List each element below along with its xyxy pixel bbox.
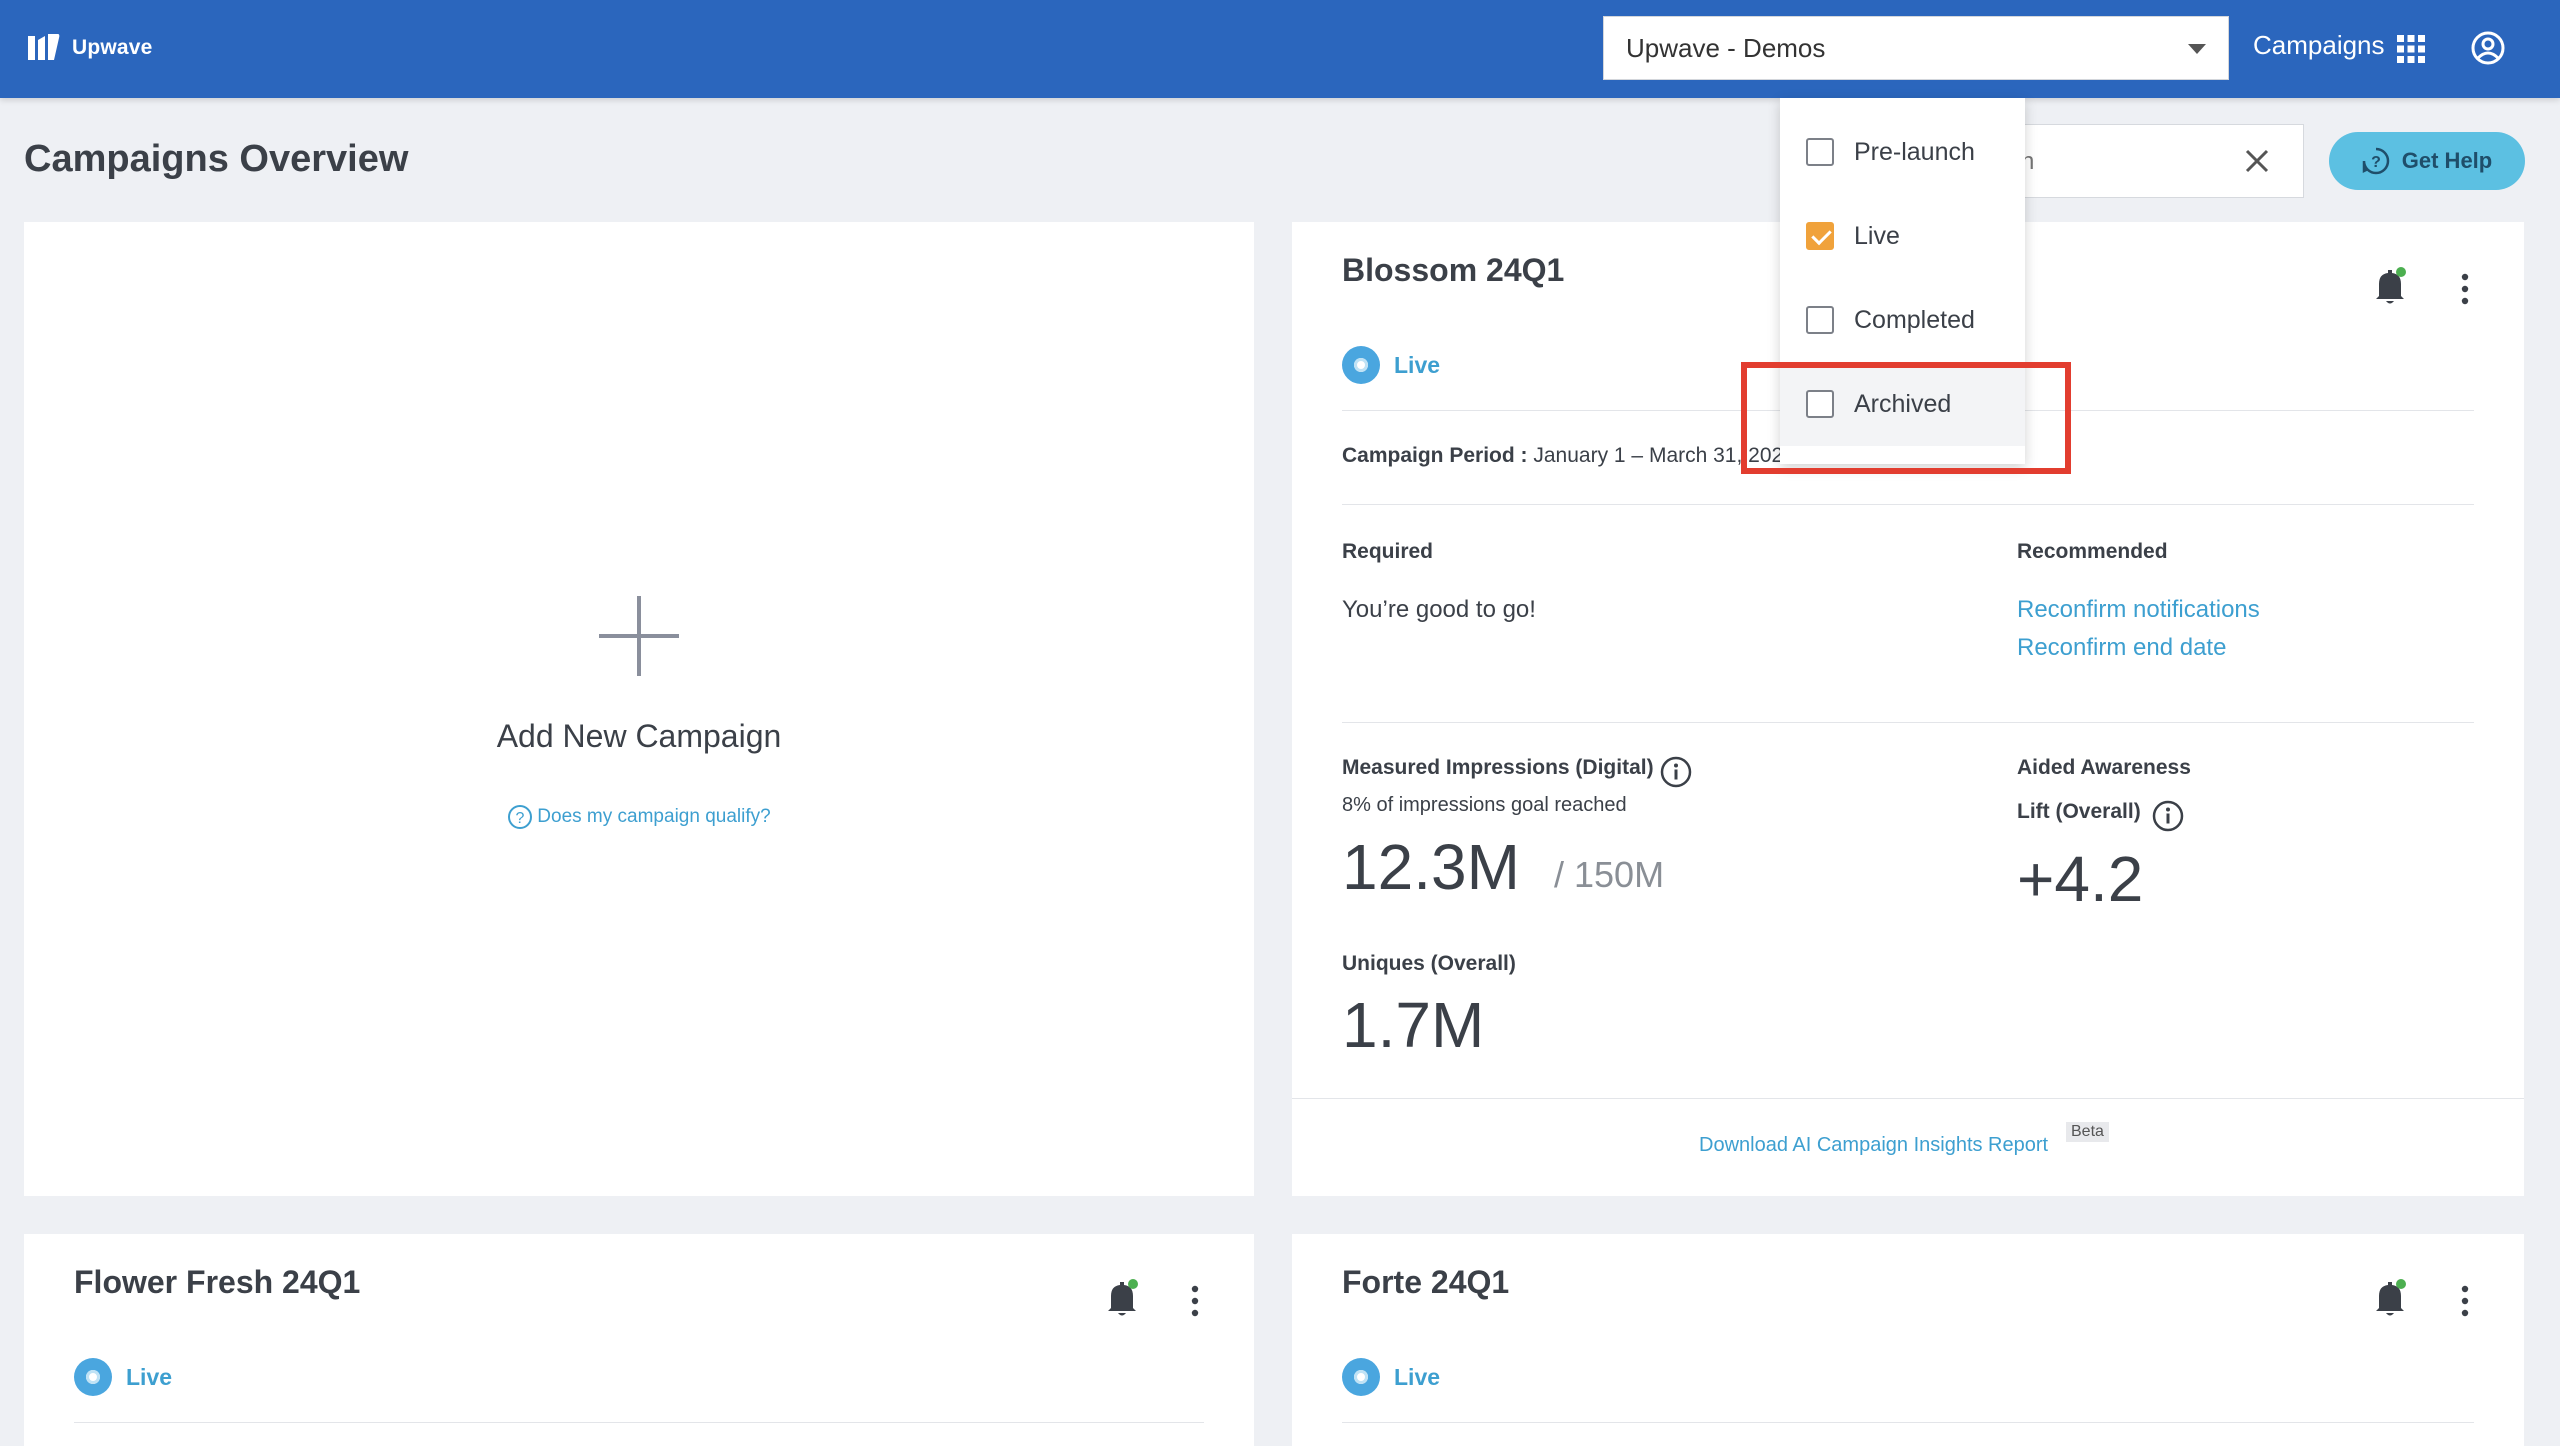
info-icon[interactable] — [2152, 800, 2184, 832]
upwave-logo-icon — [28, 34, 60, 60]
checkbox-live[interactable] — [1806, 222, 1834, 250]
uniques-value: 1.7M — [1342, 989, 1485, 1061]
required-label: Required — [1342, 540, 1434, 563]
campaign-period: Campaign Period : January 1 – March 31, … — [1342, 444, 1795, 468]
reconfirm-notifications-link[interactable]: Reconfirm notifications — [2017, 596, 2260, 624]
divider — [1292, 1098, 2524, 1099]
uniques-label: Uniques (Overall) — [1342, 952, 1516, 975]
status-badge: Live — [1342, 1358, 1440, 1396]
divider — [1342, 1422, 2474, 1423]
awareness-value: +4.2 — [2017, 843, 2144, 915]
bell-icon[interactable] — [1105, 1278, 1139, 1318]
checkbox-archived[interactable] — [1806, 390, 1834, 418]
divider — [74, 1422, 1204, 1423]
more-options-icon[interactable] — [2459, 272, 2471, 306]
impressions-goal: / 150M — [1554, 854, 1665, 895]
status-label: Live — [126, 1363, 173, 1390]
filter-option-archived[interactable]: Archived — [1780, 362, 2025, 446]
filter-option-label: Pre-launch — [1854, 137, 1975, 166]
svg-text:?: ? — [516, 810, 525, 827]
impressions-goal-text: 8% of impressions goal reached — [1342, 794, 1627, 816]
recommended-label: Recommended — [2017, 540, 2168, 563]
status-badge: Live — [1342, 346, 1440, 384]
divider — [1342, 722, 2474, 723]
filter-option-label: Completed — [1854, 305, 1975, 334]
get-help-button[interactable]: ? Get Help — [2329, 132, 2525, 190]
campaign-period-label: Campaign Period : — [1342, 444, 1528, 467]
svg-text:?: ? — [2371, 154, 2381, 171]
campaign-title[interactable]: Flower Fresh 24Q1 — [74, 1264, 360, 1301]
campaign-title[interactable]: Forte 24Q1 — [1342, 1264, 1509, 1301]
divider — [1342, 504, 2474, 505]
close-icon[interactable] — [2242, 146, 2272, 176]
more-options-icon[interactable] — [1189, 1284, 1201, 1318]
question-circle-icon: ? — [508, 805, 533, 829]
add-campaign-card[interactable]: Add New Campaign ? Does my campaign qual… — [24, 222, 1254, 1196]
awareness-lift-label: Lift (Overall) — [2017, 800, 2141, 823]
status-badge: Live — [74, 1358, 172, 1396]
impressions-label: Measured Impressions (Digital) — [1342, 756, 1654, 779]
filter-option-live[interactable]: Live — [1780, 194, 2025, 278]
filter-option-label: Archived — [1854, 389, 1952, 418]
awareness-label: Aided Awareness — [2017, 756, 2191, 779]
campaign-title[interactable]: Blossom 24Q1 — [1342, 252, 1564, 289]
status-dot-icon — [1342, 1358, 1380, 1396]
bell-icon[interactable] — [2373, 1278, 2407, 1318]
org-selector[interactable]: Upwave - Demos — [1603, 16, 2229, 80]
qualify-link-text: Does my campaign qualify? — [537, 806, 771, 827]
campaign-period-value: January 1 – March 31, 2024 — [1533, 444, 1795, 467]
status-dot-icon — [74, 1358, 112, 1396]
search-input[interactable] — [2021, 145, 2221, 179]
get-help-label: Get Help — [2401, 148, 2493, 173]
user-account-icon[interactable] — [2470, 30, 2506, 66]
status-dot-icon — [1342, 346, 1380, 384]
status-filter-dropdown: Pre-launch Live Completed Archived — [1780, 98, 2025, 464]
org-selector-value: Upwave - Demos — [1626, 32, 1826, 63]
impressions-value: 12.3M — [1342, 831, 1520, 903]
logo-text: Upwave — [72, 36, 153, 59]
chevron-down-icon — [2188, 44, 2206, 54]
help-icon: ? — [2362, 147, 2389, 175]
bell-icon[interactable] — [2373, 266, 2407, 306]
checkbox-pre-launch[interactable] — [1806, 138, 1834, 166]
download-report-link[interactable]: Download AI Campaign Insights Report — [1699, 1134, 2048, 1157]
beta-badge: Beta — [2066, 1122, 2109, 1142]
filter-option-completed[interactable]: Completed — [1780, 278, 2025, 362]
campaign-card-flower-fresh: Flower Fresh 24Q1 Live — [24, 1234, 1254, 1446]
required-text: You’re good to go! — [1342, 596, 1536, 623]
campaign-card-forte: Forte 24Q1 Live — [1292, 1234, 2524, 1446]
apps-grid-icon[interactable] — [2397, 35, 2425, 63]
info-icon[interactable] — [1660, 756, 1692, 788]
filter-option-label: Live — [1854, 221, 1900, 250]
add-campaign-title: Add New Campaign — [496, 718, 782, 754]
status-label: Live — [1394, 351, 1441, 378]
upwave-logo[interactable]: Upwave — [26, 30, 153, 66]
qualify-link[interactable]: ? Does my campaign qualify? — [24, 804, 1254, 830]
filter-option-pre-launch[interactable]: Pre-launch — [1780, 110, 2025, 194]
top-bar: Upwave Upwave - Demos Campaigns — [0, 0, 2560, 98]
status-label: Live — [1394, 1363, 1441, 1390]
checkbox-completed[interactable] — [1806, 306, 1834, 334]
reconfirm-end-date-link[interactable]: Reconfirm end date — [2017, 634, 2226, 662]
page-title: Campaigns Overview — [24, 138, 409, 180]
plus-icon — [599, 596, 679, 676]
more-options-icon[interactable] — [2459, 1284, 2471, 1318]
nav-campaigns-link[interactable]: Campaigns — [2253, 30, 2385, 61]
